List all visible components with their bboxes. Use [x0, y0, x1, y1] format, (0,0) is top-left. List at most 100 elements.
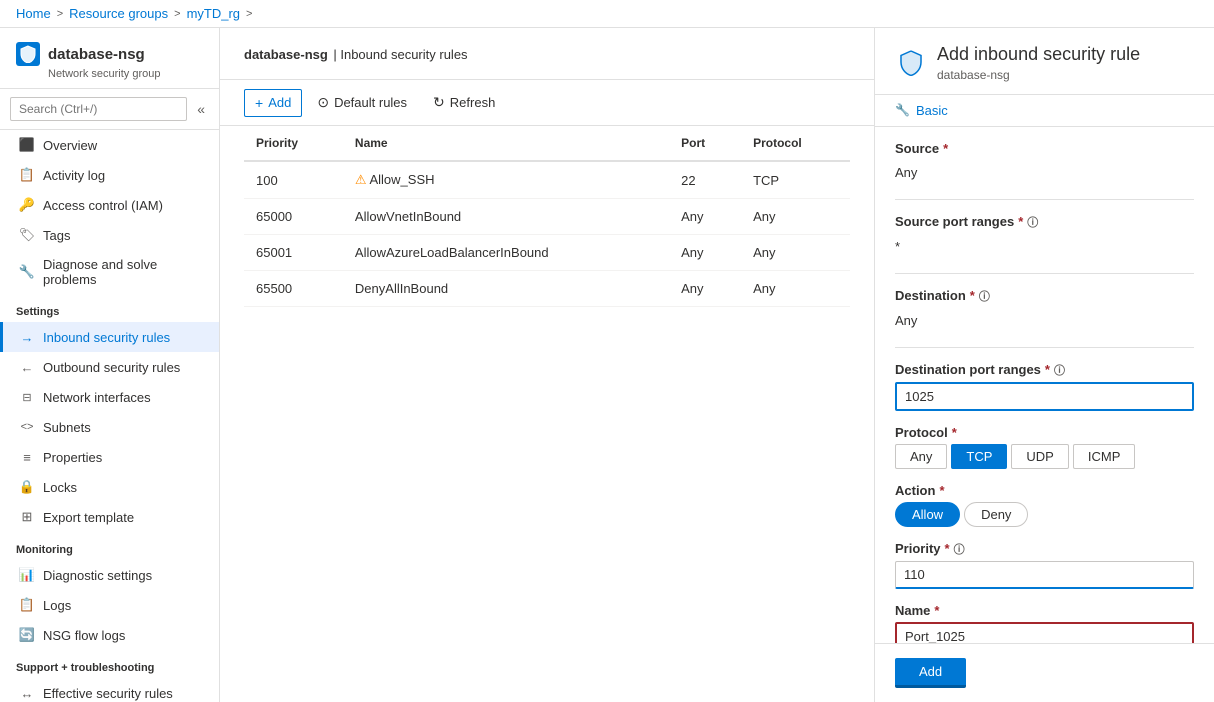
sidebar-item-diagnostic[interactable]: 📊 Diagnostic settings — [0, 560, 219, 590]
name-group: Name * — [895, 603, 1194, 643]
source-port-info-icon[interactable]: ⓘ — [1027, 214, 1038, 230]
action-required: * — [939, 483, 944, 498]
destination-required: * — [970, 288, 975, 303]
refresh-icon: ↻ — [433, 94, 445, 111]
table-row[interactable]: 65000 AllowVnetInBound Any Any — [244, 199, 850, 235]
sidebar-item-subnets-label: Subnets — [43, 420, 91, 435]
cell-name: AllowAzureLoadBalancerInBound — [343, 235, 669, 271]
breadcrumb-sep-2: > — [174, 8, 180, 20]
col-protocol: Protocol — [741, 126, 850, 161]
destination-info-icon[interactable]: ⓘ — [979, 288, 990, 304]
breadcrumb-resource-groups[interactable]: Resource groups — [69, 6, 168, 21]
rp-shield-icon — [895, 46, 927, 78]
basic-label: Basic — [916, 103, 948, 118]
content-area: database-nsg | Inbound security rules + … — [220, 28, 1214, 702]
sidebar-item-properties[interactable]: ≡ Properties — [0, 442, 219, 472]
support-section-label: Support + troubleshooting — [0, 650, 219, 678]
add-final-button[interactable]: Add — [895, 658, 966, 688]
nsg-flow-icon: 🔄 — [19, 627, 35, 643]
sidebar-item-overview[interactable]: ⬛ Overview — [0, 130, 219, 160]
table-row[interactable]: 65001 AllowAzureLoadBalancerInBound Any … — [244, 235, 850, 271]
sidebar-item-tags[interactable]: 🏷 Tags — [0, 220, 219, 250]
breadcrumb: Home > Resource groups > myTD_rg > — [0, 0, 1214, 28]
iam-icon: 🔑 — [19, 197, 35, 213]
network-icon: ⊟ — [19, 389, 35, 405]
priority-info-icon[interactable]: ⓘ — [954, 541, 965, 557]
export-icon: ⊞ — [19, 509, 35, 525]
add-button[interactable]: + Add — [244, 89, 302, 117]
table-row[interactable]: 100 ⚠ Allow_SSH 22 TCP — [244, 161, 850, 199]
dest-port-label: Destination port ranges — [895, 362, 1041, 377]
cell-priority: 65500 — [244, 271, 343, 307]
priority-label: Priority — [895, 541, 941, 556]
source-required: * — [943, 141, 948, 156]
sidebar-item-nsg-flow[interactable]: 🔄 NSG flow logs — [0, 620, 219, 650]
breadcrumb-home[interactable]: Home — [16, 6, 51, 21]
sidebar-item-logs[interactable]: 📋 Logs — [0, 590, 219, 620]
refresh-button[interactable]: ↻ Refresh — [422, 88, 506, 117]
sidebar-item-locks[interactable]: 🔒 Locks — [0, 472, 219, 502]
sidebar-item-diagnose-label: Diagnose and solve problems — [43, 257, 203, 287]
tags-icon: 🏷 — [19, 227, 35, 243]
sidebar-item-network-interfaces[interactable]: ⊟ Network interfaces — [0, 382, 219, 412]
proto-any-btn[interactable]: Any — [895, 444, 947, 469]
proto-tcp-btn[interactable]: TCP — [951, 444, 1007, 469]
right-panel-title: Add inbound security rule — [937, 44, 1140, 66]
sidebar-item-outbound[interactable]: ← Outbound security rules — [0, 352, 219, 382]
destination-group: Destination * ⓘ Any — [895, 288, 1194, 333]
sidebar-item-diagnostic-label: Diagnostic settings — [43, 568, 152, 583]
action-allow-btn[interactable]: Allow — [895, 502, 960, 527]
priority-input[interactable] — [895, 561, 1194, 589]
sidebar-item-outbound-label: Outbound security rules — [43, 360, 180, 375]
outbound-icon: ← — [19, 359, 35, 375]
cell-port: Any — [669, 199, 741, 235]
sidebar-item-iam[interactable]: 🔑 Access control (IAM) — [0, 190, 219, 220]
source-label: Source — [895, 141, 939, 156]
name-input[interactable] — [895, 622, 1194, 643]
source-value: Any — [895, 160, 1194, 185]
cell-name: AllowVnetInBound — [343, 199, 669, 235]
search-input[interactable] — [10, 97, 187, 121]
source-port-label: Source port ranges — [895, 214, 1014, 229]
sidebar-item-export-template[interactable]: ⊞ Export template — [0, 502, 219, 532]
table-header-row: Priority Name Port Protocol — [244, 126, 850, 161]
add-icon: + — [255, 95, 263, 111]
proto-udp-btn[interactable]: UDP — [1011, 444, 1068, 469]
action-deny-btn[interactable]: Deny — [964, 502, 1028, 527]
priority-group: Priority * ⓘ — [895, 541, 1194, 589]
breadcrumb-sep-1: > — [57, 8, 63, 20]
cell-name: ⚠ Allow_SSH — [343, 161, 669, 199]
cell-name: DenyAllInBound — [343, 271, 669, 307]
right-panel-subtitle: database-nsg — [937, 68, 1140, 82]
main-panel: database-nsg | Inbound security rules + … — [220, 28, 874, 702]
nsg-icon — [16, 42, 40, 66]
basic-row[interactable]: 🔧 Basic — [875, 95, 1214, 127]
cell-protocol: Any — [741, 199, 850, 235]
sidebar-collapse-btn[interactable]: « — [193, 99, 209, 119]
cell-protocol: Any — [741, 235, 850, 271]
diagnose-icon: 🔧 — [19, 264, 35, 280]
sidebar-item-properties-label: Properties — [43, 450, 102, 465]
source-port-group: Source port ranges * ⓘ * — [895, 214, 1194, 259]
action-group: Action * Allow Deny — [895, 483, 1194, 527]
sidebar-item-activity[interactable]: 📋 Activity log — [0, 160, 219, 190]
dest-port-input[interactable] — [895, 382, 1194, 411]
protocol-required: * — [952, 425, 957, 440]
sidebar-item-activity-label: Activity log — [43, 168, 105, 183]
proto-icmp-btn[interactable]: ICMP — [1073, 444, 1136, 469]
properties-icon: ≡ — [19, 449, 35, 465]
dest-port-info-icon[interactable]: ⓘ — [1054, 362, 1065, 378]
sidebar-item-diagnose[interactable]: 🔧 Diagnose and solve problems — [0, 250, 219, 294]
cell-protocol: TCP — [741, 161, 850, 199]
sidebar-item-inbound[interactable]: → Inbound security rules — [0, 322, 219, 352]
protocol-buttons: Any TCP UDP ICMP — [895, 444, 1194, 469]
sidebar-item-subnets[interactable]: <> Subnets — [0, 412, 219, 442]
dest-port-group: Destination port ranges * ⓘ — [895, 362, 1194, 411]
cell-priority: 65000 — [244, 199, 343, 235]
overview-icon: ⬛ — [19, 137, 35, 153]
sidebar-item-effective-rules[interactable]: ↔ Effective security rules — [0, 678, 219, 702]
breadcrumb-rg[interactable]: myTD_rg — [187, 6, 240, 21]
default-rules-button[interactable]: ⊙ Default rules — [306, 88, 418, 117]
table-row[interactable]: 65500 DenyAllInBound Any Any — [244, 271, 850, 307]
breadcrumb-sep-3: > — [246, 8, 252, 20]
